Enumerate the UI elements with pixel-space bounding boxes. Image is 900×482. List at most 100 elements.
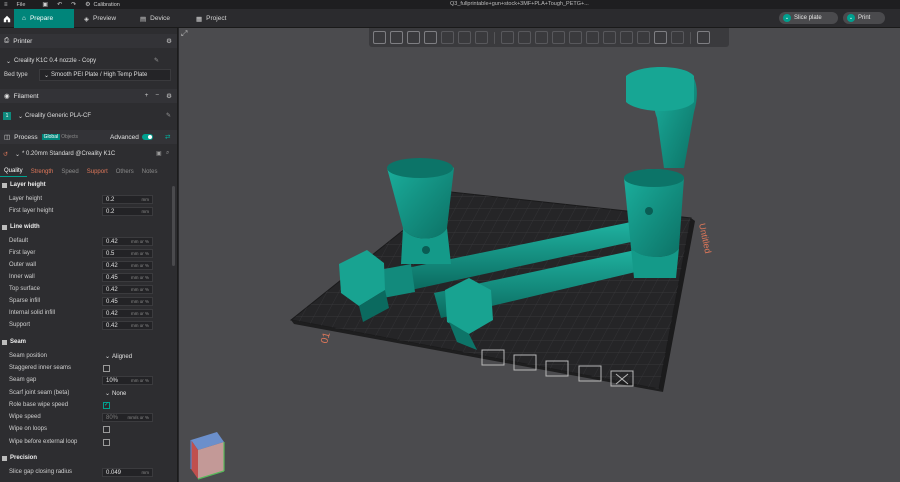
view-cube[interactable]	[190, 432, 225, 480]
window-title: Q3_fullprintable+gun+stock+3MF+PLA+Tough…	[450, 1, 589, 7]
redo-icon[interactable]: ↷	[71, 1, 76, 8]
tab-quality[interactable]: Quality	[0, 166, 27, 177]
wipe-on-loops-label: Wipe on loops	[9, 426, 48, 432]
first-layer-height-label: First layer height	[9, 208, 54, 214]
tab-prepare[interactable]: ⌂ Prepare	[14, 9, 74, 28]
3d-viewport[interactable]: ⤢ Untitled 01	[179, 28, 900, 482]
compare-icon[interactable]: ⇄	[165, 133, 170, 141]
tab-preview[interactable]: ◈ Preview	[76, 9, 124, 28]
role-wipe-speed-label: Role base wipe speed	[9, 402, 69, 408]
printer-select[interactable]: ⌄ Creality K1C 0.4 nozzle - Copy	[2, 55, 162, 67]
default-width-label: Default	[9, 238, 29, 244]
chevron-down-icon: ⌄	[847, 14, 855, 22]
print-label: Print	[858, 15, 871, 21]
process-icon: ◫	[4, 134, 11, 141]
sidebar-scrollbar[interactable]	[172, 186, 175, 266]
first-layer-height-input[interactable]: 0.2 mm	[102, 207, 153, 216]
inner-wall-width-input[interactable]: 0.45 mm or %	[102, 273, 153, 282]
tab-others[interactable]: Others	[112, 166, 138, 177]
undo-icon[interactable]: ↶	[57, 1, 62, 8]
settings-icon[interactable]: ⚙	[166, 92, 172, 100]
filament-name: Creality Generic PLA-CF	[25, 113, 92, 119]
sparse-infill-width-input[interactable]: 0.45 mm or %	[102, 297, 153, 306]
bed-type-label: Bed type	[4, 72, 28, 78]
home-button[interactable]	[0, 9, 14, 28]
build-plate-scene[interactable]: Untitled 01	[179, 28, 900, 482]
default-width-input[interactable]: 0.42 mm or %	[102, 237, 153, 246]
plate-number-label: 01	[319, 331, 333, 345]
edit-icon[interactable]: ✎	[154, 57, 159, 64]
calibration-icon[interactable]: ⚙	[85, 1, 90, 8]
reset-icon[interactable]: ↺	[3, 151, 8, 158]
wipe-on-loops-checkbox[interactable]	[103, 426, 110, 433]
tab-speed[interactable]: Speed	[57, 166, 82, 177]
seam-position-select[interactable]: ⌄ Aligned	[102, 352, 153, 361]
search-icon[interactable]: ⌕	[166, 150, 169, 157]
wipe-before-loop-checkbox[interactable]	[103, 439, 110, 446]
role-wipe-speed-checkbox[interactable]	[103, 401, 110, 409]
remove-filament-icon[interactable]: −	[155, 92, 159, 100]
save-icon[interactable]: ▣	[42, 1, 48, 8]
tab-strength[interactable]: Strength	[27, 166, 58, 177]
tab-device[interactable]: ▤ Device	[132, 9, 178, 28]
filament-slot-badge: 1	[3, 112, 11, 120]
layer-height-label: Layer height	[9, 196, 43, 202]
chevron-down-icon: ⌄	[783, 14, 791, 22]
device-icon: ▤	[140, 15, 147, 23]
tab-support[interactable]: Support	[83, 166, 112, 177]
printer-icon: ⎙	[4, 37, 10, 44]
add-filament-icon[interactable]: +	[145, 92, 149, 100]
internal-solid-width-input[interactable]: 0.42 mm or %	[102, 309, 153, 318]
support-width-label: Support	[9, 322, 31, 328]
settings-icon[interactable]: ⚙	[166, 37, 172, 45]
printer-heading: Printer	[13, 37, 33, 45]
save-preset-icon[interactable]: ▣	[156, 150, 162, 157]
sparse-infill-width-label: Sparse infill	[9, 298, 41, 304]
line-width-icon	[2, 224, 7, 230]
support-width-input[interactable]: 0.42 mm or %	[102, 321, 153, 330]
tab-preview-label: Preview	[93, 15, 117, 22]
process-tabs: Quality Strength Speed Support Others No…	[0, 166, 177, 177]
seam-position-label: Seam position	[9, 353, 48, 359]
bed-type-select[interactable]: ⌄ Smooth PEI Plate / High Temp Plate	[39, 69, 171, 81]
slice-plate-button[interactable]: ⌄ Slice plate	[779, 12, 838, 24]
chevron-down-icon: ⌄	[105, 391, 111, 397]
global-toggle[interactable]: Global	[41, 134, 61, 140]
chevron-down-icon: ⌄	[6, 58, 12, 65]
process-preset-select[interactable]: ⌄ * 0.20mm Standard @Creality K1C	[11, 148, 151, 160]
printer-section-header[interactable]: ⎙ Printer ⚙	[0, 34, 177, 48]
seam-gap-label: Seam gap	[9, 377, 37, 383]
advanced-label: Advanced	[110, 133, 139, 141]
filament-section-header[interactable]: ◉ Filament + − ⚙	[0, 89, 177, 103]
print-button[interactable]: ⌄ Print	[843, 12, 885, 24]
chevron-down-icon: ⌄	[44, 72, 50, 79]
layer-height-input[interactable]: 0.2 mm	[102, 195, 153, 204]
seam-group: Seam	[2, 339, 26, 345]
preview-icon: ◈	[84, 15, 89, 23]
wipe-speed-input[interactable]: 80% mm/s or %	[102, 413, 153, 422]
first-layer-width-label: First layer	[9, 250, 36, 256]
home-icon	[3, 15, 11, 22]
tab-prepare-label: Prepare	[29, 15, 54, 22]
filament-icon: ◉	[4, 93, 10, 100]
tab-notes[interactable]: Notes	[138, 166, 162, 177]
hamburger-icon[interactable]: ≡	[4, 2, 8, 8]
edit-icon[interactable]: ✎	[166, 112, 171, 119]
advanced-toggle[interactable]	[142, 134, 153, 140]
calibration-menu[interactable]: Calibration	[94, 2, 120, 8]
tab-project[interactable]: ▦ Project	[188, 9, 234, 28]
wipe-speed-label: Wipe speed	[9, 414, 41, 420]
seam-gap-input[interactable]: 10% mm or %	[102, 376, 153, 385]
file-menu[interactable]: File	[17, 2, 26, 8]
top-surface-width-input[interactable]: 0.42 mm or %	[102, 285, 153, 294]
filament-select[interactable]: ⌄ Creality Generic PLA-CF	[14, 110, 164, 122]
first-layer-width-input[interactable]: 0.5 mm or %	[102, 249, 153, 258]
objects-toggle[interactable]: Objects	[61, 134, 78, 140]
filament-heading: Filament	[13, 92, 39, 100]
scarf-seam-select[interactable]: ⌄ None	[102, 389, 153, 398]
outer-wall-width-input[interactable]: 0.42 mm or %	[102, 261, 153, 270]
bed-type-value: Smooth PEI Plate / High Temp Plate	[51, 72, 148, 78]
staggered-seams-checkbox[interactable]	[103, 365, 110, 372]
slice-gap-input[interactable]: 0.049 mm	[102, 468, 153, 477]
title-bar: ≡ File ▣ ↶ ↷ ⚙ Calibration Q3_fullprinta…	[0, 0, 900, 9]
